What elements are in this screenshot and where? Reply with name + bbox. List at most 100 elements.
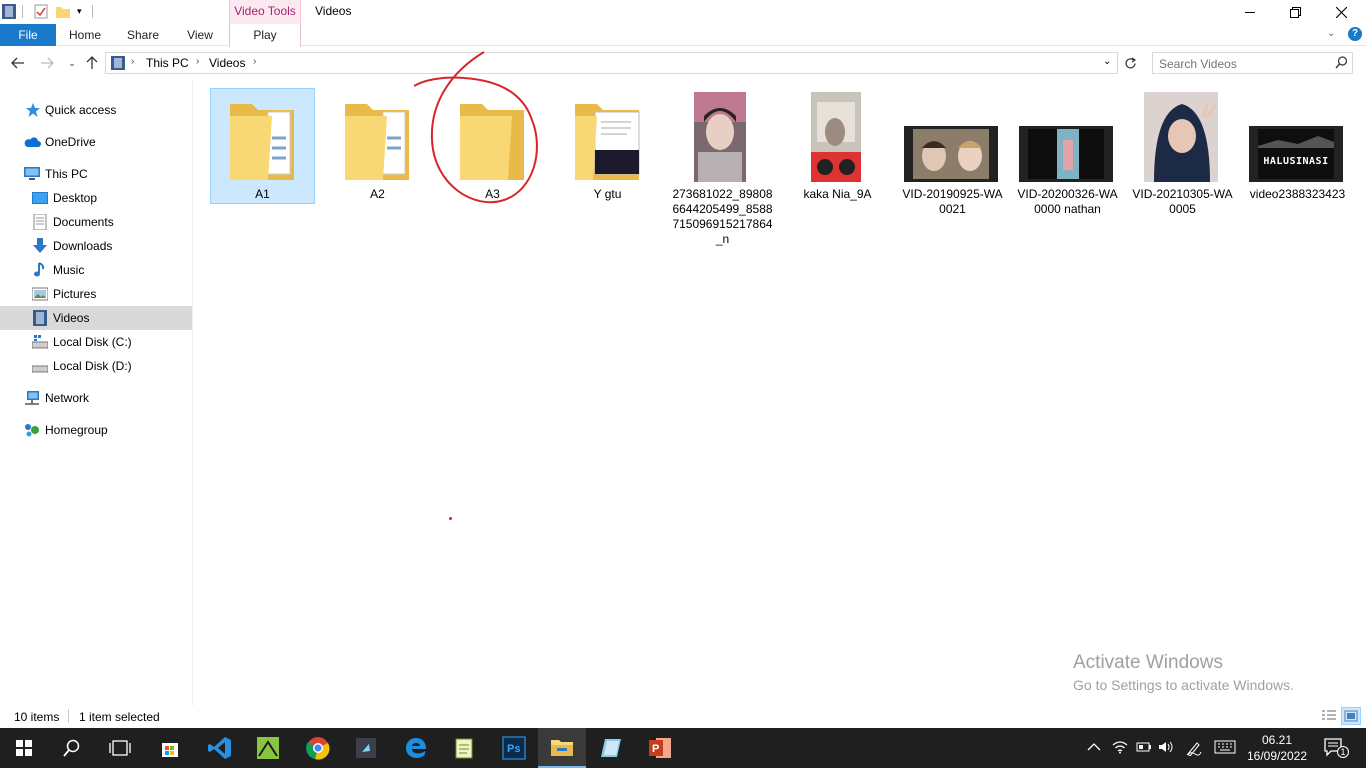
file-name: A1: [255, 187, 270, 201]
ribbon-expand-icon[interactable]: ⌄: [1327, 28, 1335, 39]
title-bar: ▾ Video Tools Videos: [0, 0, 1366, 46]
tab-file[interactable]: File: [0, 24, 56, 46]
svg-text:P: P: [652, 743, 659, 755]
details-view-icon[interactable]: [1321, 709, 1337, 726]
watermark-title: Activate Windows: [1073, 652, 1223, 673]
vscode-app-button[interactable]: [196, 728, 244, 768]
photoshop-icon: Ps: [502, 736, 526, 760]
maximize-button[interactable]: [1272, 0, 1318, 24]
new-folder-icon[interactable]: [56, 4, 70, 19]
clock-time: 06.21: [1261, 733, 1293, 747]
address-bar[interactable]: › This PC › Videos › ⌄: [105, 52, 1118, 74]
powerpoint-icon: P: [649, 738, 671, 758]
edge-icon: [406, 738, 426, 758]
video-item[interactable]: VID-20210305-WA0005: [1130, 88, 1235, 248]
film-app-icon[interactable]: [2, 4, 16, 19]
nav-music[interactable]: Music: [0, 258, 192, 282]
recent-locations-icon[interactable]: ⌄: [63, 54, 81, 72]
video-thumbnail: [694, 92, 746, 182]
pictures-icon: [31, 286, 49, 302]
search-icon[interactable]: [1335, 56, 1348, 72]
nav-onedrive[interactable]: OneDrive: [0, 130, 192, 154]
windows-logo-icon: [16, 740, 32, 756]
battery-icon[interactable]: [1136, 740, 1152, 757]
nav-videos[interactable]: Videos: [0, 306, 192, 330]
file-name: Y gtu: [593, 187, 622, 201]
breadcrumb-videos[interactable]: Videos: [209, 56, 245, 70]
refresh-icon[interactable]: [1121, 54, 1139, 72]
volume-icon[interactable]: [1158, 740, 1174, 757]
properties-icon[interactable]: [34, 4, 48, 19]
nav-local-disk-d[interactable]: Local Disk (D:): [0, 354, 192, 378]
nav-quick-access[interactable]: Quick access: [0, 98, 192, 122]
folder-item-y-gtu[interactable]: Y gtu: [555, 88, 660, 248]
nav-label: OneDrive: [45, 135, 96, 149]
file-name: 273681022_898086644205499_85887150969152…: [672, 187, 773, 246]
nav-network[interactable]: Network: [0, 386, 192, 410]
app-button-green[interactable]: [244, 728, 292, 768]
video-thumbnail: [1249, 126, 1343, 182]
chrome-app-button[interactable]: [294, 728, 342, 768]
notepad-app-button[interactable]: [440, 728, 488, 768]
nav-downloads[interactable]: Downloads: [0, 234, 192, 258]
start-button[interactable]: [0, 728, 48, 768]
file-explorer-app-button[interactable]: [538, 728, 586, 768]
tab-view[interactable]: View: [178, 24, 222, 46]
nav-label: Network: [45, 391, 90, 405]
chevron-up-icon[interactable]: [1087, 740, 1101, 755]
powerpoint-app-button[interactable]: P: [636, 728, 684, 768]
keyboard-icon[interactable]: [1214, 740, 1236, 757]
search-taskbar-button[interactable]: [48, 728, 96, 768]
tab-play[interactable]: Play: [229, 24, 301, 47]
breadcrumb-this-pc[interactable]: This PC: [146, 56, 189, 70]
close-button[interactable]: [1318, 0, 1364, 24]
forward-arrow-icon[interactable]: [38, 54, 56, 72]
taskbar: Ps P 06.21 16/09/2022 1: [0, 728, 1366, 768]
nav-desktop[interactable]: Desktop: [0, 186, 192, 210]
music-note-icon: [32, 262, 48, 278]
disk-icon: [31, 334, 49, 350]
back-arrow-icon[interactable]: [9, 54, 27, 72]
tab-share[interactable]: Share: [120, 24, 166, 46]
qat-dropdown-icon[interactable]: ▾: [77, 6, 82, 17]
nav-local-disk-c[interactable]: Local Disk (C:): [0, 330, 192, 354]
task-view-button[interactable]: [96, 728, 144, 768]
nav-label: Documents: [53, 215, 114, 229]
help-icon[interactable]: ?: [1348, 27, 1362, 41]
search-box[interactable]: [1152, 52, 1353, 74]
notifications-button[interactable]: 1: [1324, 738, 1349, 761]
folder-icon: [575, 104, 640, 180]
folder-icon: [345, 104, 409, 180]
pen-icon[interactable]: [1186, 740, 1202, 759]
cloud-icon: [23, 134, 41, 150]
edge-app-button[interactable]: [392, 728, 440, 768]
store-app-button[interactable]: [146, 728, 194, 768]
large-icons-view-button[interactable]: [1341, 707, 1361, 725]
video-item[interactable]: kaka Nia_9A: [785, 88, 890, 248]
app-button-blue[interactable]: [588, 728, 636, 768]
nav-label: This PC: [45, 167, 88, 181]
nav-this-pc[interactable]: This PC: [0, 162, 192, 186]
minimize-button[interactable]: [1227, 0, 1273, 24]
folder-item-a1[interactable]: A1: [210, 88, 315, 248]
task-view-icon: [109, 740, 131, 756]
file-name: VID-20210305-WA0005: [1132, 187, 1233, 216]
video-item[interactable]: VID-20200326-WA0000 nathan: [1015, 88, 1120, 248]
video-item[interactable]: 273681022_898086644205499_85887150969152…: [670, 88, 775, 248]
nav-pictures[interactable]: Pictures: [0, 282, 192, 306]
wifi-icon[interactable]: [1112, 740, 1128, 757]
tab-home[interactable]: Home: [62, 24, 108, 46]
search-input[interactable]: [1159, 56, 1329, 71]
nav-homegroup[interactable]: Homegroup: [0, 418, 192, 442]
up-arrow-icon[interactable]: [83, 54, 101, 72]
breadcrumb-separator: ›: [253, 56, 257, 67]
clock[interactable]: 06.21 16/09/2022: [1240, 732, 1314, 764]
address-history-dropdown-icon[interactable]: ⌄: [1103, 56, 1111, 67]
filmora-app-button[interactable]: [342, 728, 390, 768]
video-item[interactable]: HALUSINASI video2388323423: [1245, 88, 1350, 248]
nav-documents[interactable]: Documents: [0, 210, 192, 234]
thumbnail-caption: HALUSINASI: [1263, 156, 1329, 167]
video-item[interactable]: VID-20190925-WA0021: [900, 88, 1005, 248]
photoshop-app-button[interactable]: Ps: [490, 728, 538, 768]
video-thumbnail: [811, 92, 861, 182]
